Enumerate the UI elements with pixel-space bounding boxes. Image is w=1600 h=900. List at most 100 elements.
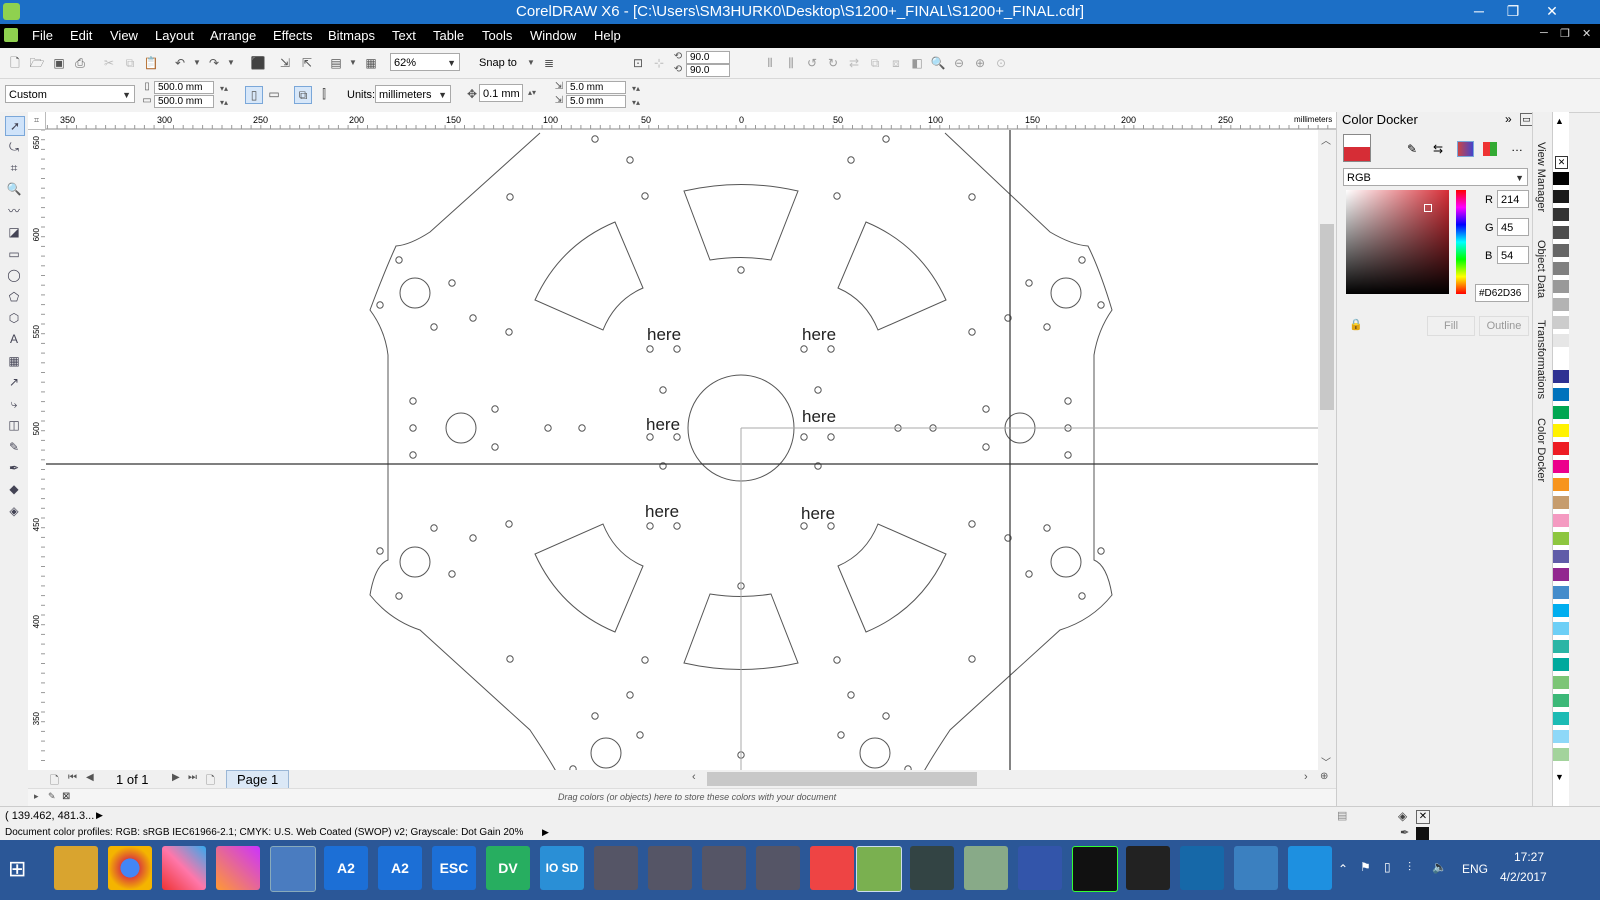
search-content-icon[interactable]: ⬛ — [250, 55, 266, 71]
small-hole[interactable] — [882, 135, 890, 143]
undo-icon[interactable]: ↶ — [172, 55, 188, 71]
small-hole[interactable] — [982, 405, 990, 413]
color-viewer-icon[interactable] — [1457, 141, 1474, 157]
small-hole[interactable] — [1025, 570, 1033, 578]
small-hole[interactable] — [626, 691, 634, 699]
freehand-tool-icon[interactable]: 〰 — [5, 202, 23, 220]
small-hole[interactable] — [882, 712, 890, 720]
tray-volume-icon[interactable]: 🔈 — [1432, 860, 1447, 874]
color-swatch[interactable] — [1553, 478, 1569, 492]
align-icon[interactable]: ⫼ — [783, 55, 799, 71]
small-hole[interactable] — [1097, 547, 1105, 555]
app-shield-icon[interactable] — [702, 846, 746, 890]
color-swatch[interactable] — [1553, 676, 1569, 690]
chrome-icon[interactable] — [108, 846, 152, 890]
language-indicator[interactable]: ENG — [1462, 862, 1488, 876]
menu-edit[interactable]: Edit — [70, 28, 92, 43]
color-swatch[interactable] — [1553, 532, 1569, 546]
tab-color-docker[interactable]: Color Docker — [1535, 418, 1547, 482]
no-color-swatch[interactable]: ✕ — [1555, 156, 1568, 169]
save-icon[interactable]: ▣ — [51, 55, 67, 71]
small-hole[interactable] — [833, 192, 841, 200]
color-picker-handle[interactable] — [1424, 204, 1432, 212]
color-swatch[interactable] — [1553, 748, 1569, 762]
color-swatch[interactable] — [1553, 586, 1569, 600]
small-hole[interactable] — [448, 279, 456, 287]
color-swatch[interactable] — [1553, 190, 1569, 204]
tray-battery-icon[interactable]: ▯ — [1384, 860, 1391, 874]
small-hole[interactable] — [847, 691, 855, 699]
no-color-swatch-icon[interactable]: ⊠ — [62, 791, 70, 802]
app-vcds-icon[interactable] — [1234, 846, 1278, 890]
small-hole[interactable] — [837, 731, 845, 739]
color-spectrum-picker[interactable] — [1346, 190, 1449, 294]
horizontal-ruler[interactable]: millimeters 350 300 250 200 150 100 50 0… — [28, 112, 1336, 131]
small-hole[interactable] — [506, 193, 514, 201]
color-swatch[interactable] — [1553, 406, 1569, 420]
first-page-icon[interactable]: ⏮ — [68, 772, 77, 783]
small-hole[interactable] — [673, 345, 681, 353]
last-page-icon[interactable]: ⏭ — [188, 772, 197, 783]
app-scope-icon[interactable] — [1072, 846, 1118, 892]
small-hole[interactable] — [737, 266, 745, 274]
color-swatch[interactable] — [1553, 568, 1569, 582]
small-hole[interactable] — [448, 570, 456, 578]
rotate-left-icon[interactable]: ↺ — [804, 55, 820, 71]
palette-scroll-down-icon[interactable]: ▼ — [1555, 772, 1564, 782]
snap-to-dropdown-icon[interactable]: ▼ — [523, 55, 539, 71]
small-hole[interactable] — [800, 522, 808, 530]
small-hole[interactable] — [646, 433, 654, 441]
label-here[interactable]: here — [801, 504, 835, 523]
more-options-icon[interactable]: … — [1511, 140, 1523, 154]
new-document-icon[interactable]: 🗋 — [7, 55, 23, 71]
coreldraw-task-icon[interactable] — [856, 846, 902, 892]
color-swatch[interactable] — [1553, 442, 1569, 456]
small-hole[interactable] — [1064, 397, 1072, 405]
small-hole[interactable] — [395, 256, 403, 264]
ellipse-tool-icon[interactable]: ◯ — [5, 266, 23, 284]
color-swatch[interactable] — [1553, 208, 1569, 222]
scroll-right-icon[interactable]: › — [1304, 771, 1308, 783]
portrait-icon[interactable]: ▯ — [245, 86, 263, 104]
small-hole[interactable] — [491, 443, 499, 451]
trim-icon[interactable]: ⧈ — [888, 55, 904, 71]
undo-dropdown-icon[interactable]: ▼ — [189, 55, 205, 71]
nudge-spinner-icon[interactable]: ▴▾ — [524, 85, 540, 101]
small-hole[interactable] — [409, 397, 417, 405]
menu-tools[interactable]: Tools — [482, 28, 512, 43]
color-swatch[interactable] — [1553, 334, 1569, 348]
color-swatch[interactable] — [1553, 280, 1569, 294]
app-a2-icon[interactable]: A2 — [378, 846, 422, 890]
app-dv-icon[interactable]: DV — [486, 846, 530, 890]
r-value-field[interactable]: 214 — [1497, 190, 1529, 208]
small-hole[interactable] — [506, 655, 514, 663]
vertical-scrollbar[interactable]: ︿ ﹀ — [1318, 130, 1336, 770]
interactive-fill-tool-icon[interactable]: ◈ — [5, 502, 23, 520]
eyedropper-icon[interactable]: ✎ — [1407, 142, 1417, 156]
rotation-field-2[interactable]: 90.0 — [686, 64, 730, 77]
color-swatch[interactable] — [1553, 226, 1569, 240]
nudge-distance-field[interactable]: 0.1 mm — [479, 84, 523, 102]
transform-icon[interactable]: ⊡ — [630, 55, 646, 71]
prev-page-icon[interactable]: ◀ — [86, 772, 94, 783]
minimize-button[interactable]: ─ — [1462, 0, 1496, 24]
scroll-up-icon[interactable]: ︿ — [1321, 132, 1331, 147]
small-hole[interactable] — [847, 156, 855, 164]
app-esc-icon[interactable]: ESC — [432, 846, 476, 890]
color-swatch[interactable] — [1553, 262, 1569, 276]
menu-view[interactable]: View — [110, 28, 138, 43]
hue-slider[interactable] — [1456, 190, 1466, 294]
menu-layout[interactable]: Layout — [155, 28, 194, 43]
basic-shapes-tool-icon[interactable]: ⬡ — [5, 309, 23, 327]
frame-plate-drawing[interactable]: here here here here here here — [46, 130, 1318, 770]
ruler-origin-icon[interactable]: ⌗ — [28, 112, 46, 130]
color-sliders-icon[interactable]: ⇆ — [1433, 142, 1443, 156]
coords-expand-icon[interactable]: ▶ — [96, 810, 103, 821]
position-icon[interactable]: ⊹ — [651, 55, 667, 71]
duplicate-distance-x-field[interactable]: 5.0 mm — [566, 81, 626, 94]
small-hole[interactable] — [430, 323, 438, 331]
small-hole[interactable] — [827, 433, 835, 441]
app-eye-icon[interactable] — [1126, 846, 1170, 890]
text-tool-icon[interactable]: A — [5, 330, 23, 348]
crop-tool-icon[interactable]: ⌗ — [5, 159, 23, 177]
